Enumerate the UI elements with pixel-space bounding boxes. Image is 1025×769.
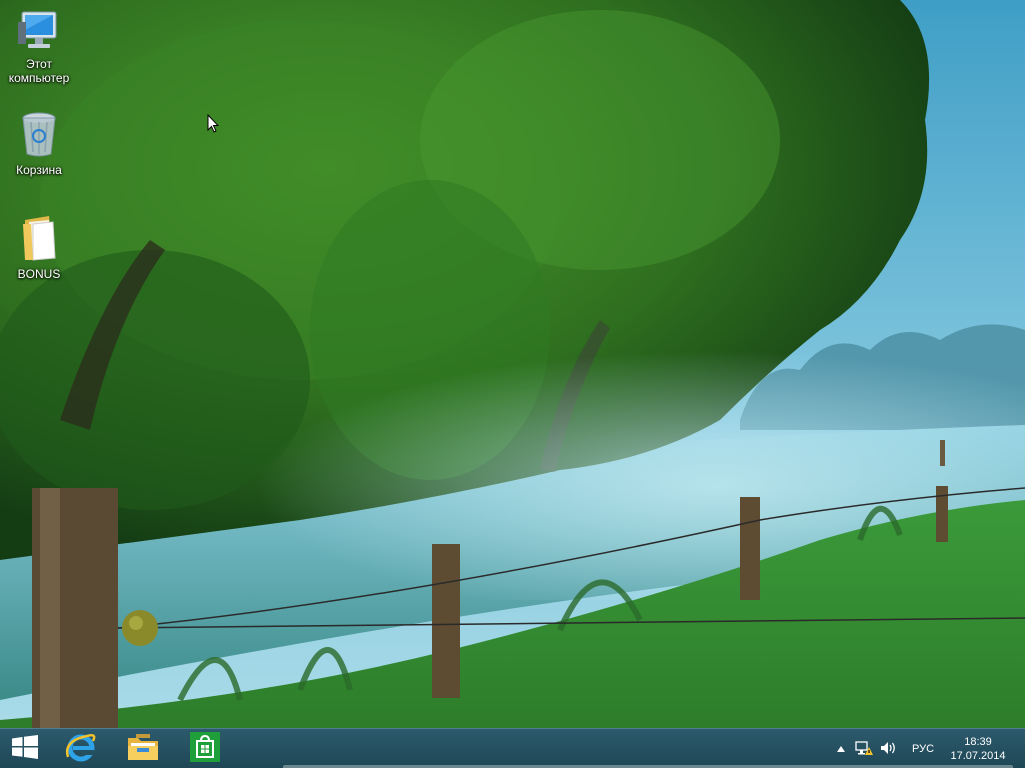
taskbar-file-explorer-button[interactable] (115, 729, 171, 769)
mouse-cursor-icon (207, 113, 220, 138)
desktop-icon-bonus-folder[interactable]: BONUS (1, 214, 77, 281)
network-warning-icon (855, 740, 873, 759)
clock[interactable]: 18:39 17.07.2014 (944, 729, 1012, 769)
internet-explorer-icon (65, 731, 97, 768)
taskbar-store-button[interactable] (177, 729, 233, 769)
clock-time: 18:39 (964, 736, 992, 748)
windows-logo-icon (12, 734, 38, 764)
chevron-up-icon (837, 743, 845, 755)
volume-button[interactable] (880, 729, 898, 769)
start-button[interactable] (0, 729, 50, 769)
show-hidden-icons-button[interactable] (834, 729, 848, 769)
desktop-wallpaper (0, 0, 1025, 728)
computer-icon (1, 8, 77, 55)
desktop-icon-label: Этот компьютер (8, 57, 70, 85)
desktop-icon-this-pc[interactable]: Этот компьютер (1, 8, 77, 85)
clock-date: 17.07.2014 (950, 750, 1006, 762)
folder-icon (1, 214, 77, 265)
desktop-icon-label: Корзина (16, 163, 62, 177)
speaker-icon (880, 741, 898, 758)
file-explorer-icon (126, 732, 160, 767)
taskbar: РУС 18:39 17.07.2014 (0, 728, 1025, 768)
network-status-button[interactable] (855, 729, 873, 769)
desktop-icon-label: BONUS (17, 267, 61, 281)
taskbar-internet-explorer-button[interactable] (53, 729, 109, 769)
input-language-indicator[interactable]: РУС (906, 729, 940, 769)
recycle-bin-icon (1, 110, 77, 161)
store-icon (190, 731, 220, 767)
desktop-icon-recycle-bin[interactable]: Корзина (1, 110, 77, 177)
